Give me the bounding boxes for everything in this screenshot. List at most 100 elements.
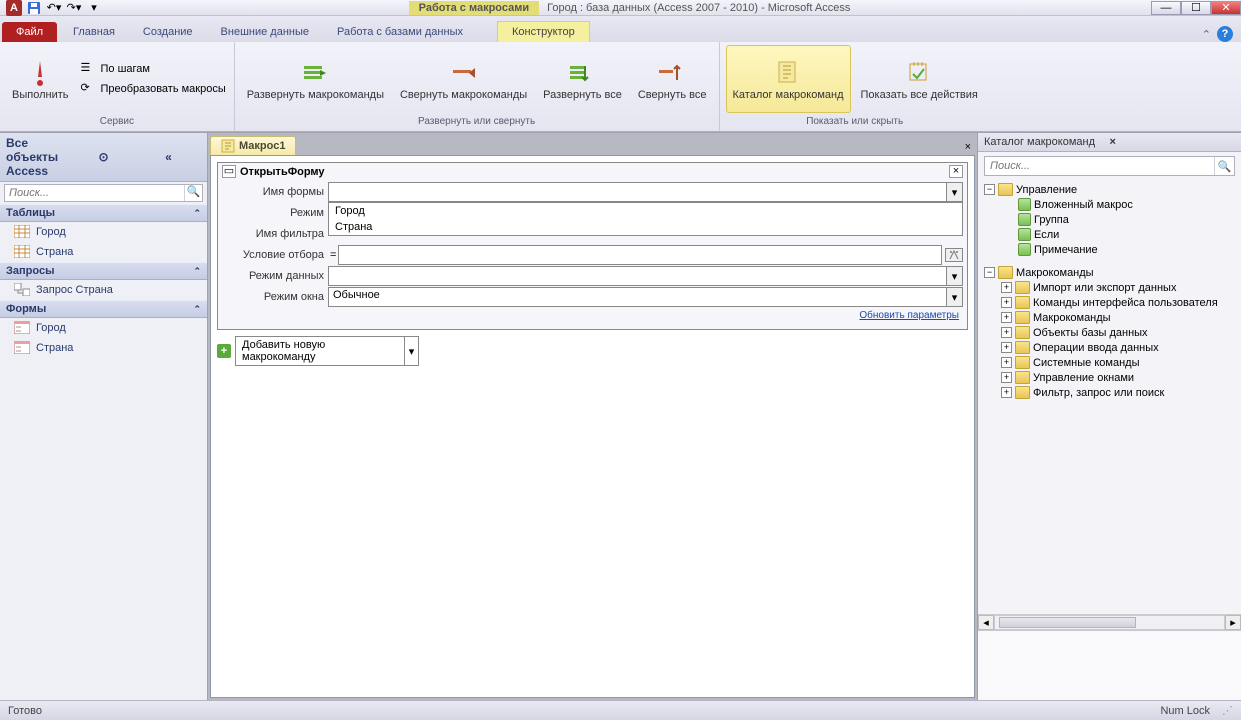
tree-subfolder[interactable]: +Фильтр, запрос или поиск: [984, 385, 1235, 400]
scroll-left-icon[interactable]: ◂: [978, 615, 994, 630]
convert-macros-button[interactable]: ⟳ Преобразовать макросы: [78, 80, 227, 98]
folder-icon: [1015, 296, 1030, 309]
tab-file[interactable]: Файл: [2, 22, 57, 42]
collapse-action-icon[interactable]: ▭: [222, 165, 236, 178]
add-action-combo[interactable]: Добавить новую макрокоманду ▾: [235, 336, 419, 366]
show-all-actions-button[interactable]: Показать все действия: [855, 45, 984, 113]
dropdown-icon[interactable]: ▾: [947, 287, 963, 307]
tree-item[interactable]: Примечание: [984, 242, 1235, 257]
collapse-section-icon[interactable]: [193, 303, 201, 315]
nav-dropdown-icon[interactable]: ⊙: [71, 150, 136, 164]
nav-section-forms[interactable]: Формы: [0, 300, 207, 318]
doc-close-button[interactable]: [961, 139, 975, 155]
tree-expand-icon[interactable]: +: [1001, 342, 1012, 353]
tree-subfolder[interactable]: +Управление окнами: [984, 370, 1235, 385]
undo-icon[interactable]: ↶▾: [46, 0, 62, 16]
param-window-mode: Режим окна Обычное ▾: [222, 287, 963, 307]
nav-pane-header[interactable]: Все объекты Access ⊙: [0, 133, 207, 182]
tree-expand-icon[interactable]: +: [1001, 312, 1012, 323]
nav-search: 🔍: [0, 182, 207, 204]
search-icon[interactable]: 🔍: [184, 185, 202, 201]
tree-expand-icon[interactable]: +: [1001, 282, 1012, 293]
dropdown-item[interactable]: Город: [329, 203, 962, 219]
help-icon[interactable]: ?: [1217, 26, 1233, 42]
tree-expand-icon[interactable]: +: [1001, 387, 1012, 398]
tree-item[interactable]: Если: [984, 227, 1235, 242]
tab-external-data[interactable]: Внешние данные: [207, 22, 323, 42]
show-all-icon: [903, 57, 935, 89]
collapse-all-button[interactable]: Свернуть все: [632, 45, 713, 113]
catalog-hscrollbar[interactable]: ◂ ▸: [978, 614, 1241, 630]
tree-collapse-icon[interactable]: −: [984, 184, 995, 195]
tree-folder-flow[interactable]: − Управление: [984, 182, 1235, 197]
window-mode-input[interactable]: Обычное: [328, 287, 947, 307]
tab-database-tools[interactable]: Работа с базами данных: [323, 22, 477, 42]
nav-item-form[interactable]: Страна: [0, 338, 207, 358]
ribbon-group-show-hide: Каталог макрокоманд Показать все действи…: [720, 42, 990, 131]
tree-expand-icon[interactable]: +: [1001, 357, 1012, 368]
data-mode-input[interactable]: [328, 266, 947, 286]
catalog-close-icon[interactable]: [1110, 136, 1236, 148]
tab-designer[interactable]: Конструктор: [497, 21, 590, 42]
expand-all-button[interactable]: Развернуть все: [537, 45, 628, 113]
expression-builder-icon[interactable]: [945, 248, 963, 262]
save-icon[interactable]: [26, 0, 42, 16]
search-icon[interactable]: 🔍: [1214, 157, 1234, 175]
nav-item-form[interactable]: Город: [0, 318, 207, 338]
action-params: Имя формы ▾ Город Страна Режим: [218, 180, 967, 329]
tree-expand-icon[interactable]: +: [1001, 297, 1012, 308]
scrollbar-thumb[interactable]: [999, 617, 1136, 628]
scrollbar-track[interactable]: [994, 615, 1225, 630]
dropdown-item[interactable]: Страна: [329, 219, 962, 235]
action-catalog-button[interactable]: Каталог макрокоманд: [726, 45, 851, 113]
nav-item-table[interactable]: Город: [0, 222, 207, 242]
tree-item[interactable]: Группа: [984, 212, 1235, 227]
tree-item[interactable]: Вложенный макрос: [984, 197, 1235, 212]
tree-subfolder[interactable]: +Макрокоманды: [984, 310, 1235, 325]
delete-action-icon[interactable]: [949, 165, 963, 178]
nav-item-table[interactable]: Страна: [0, 242, 207, 262]
add-action-label: Добавить новую макрокоманду: [236, 337, 404, 365]
collapse-section-icon[interactable]: [193, 207, 201, 219]
doc-tab-macro1[interactable]: Макрос1: [210, 136, 296, 155]
tree-subfolder[interactable]: +Системные команды: [984, 355, 1235, 370]
form-name-input[interactable]: [328, 182, 947, 202]
collapse-section-icon[interactable]: [193, 265, 201, 277]
collapse-actions-button[interactable]: Свернуть макрокоманды: [394, 45, 533, 113]
scroll-right-icon[interactable]: ▸: [1225, 615, 1241, 630]
group-expand-label: Развернуть или свернуть: [241, 114, 713, 129]
dropdown-icon[interactable]: ▾: [947, 266, 963, 286]
dropdown-icon[interactable]: ▾: [947, 182, 963, 202]
tree-expand-icon[interactable]: +: [1001, 372, 1012, 383]
run-button[interactable]: Выполнить: [6, 45, 74, 113]
tree-subfolder[interactable]: +Команды интерфейса пользователя: [984, 295, 1235, 310]
tab-home[interactable]: Главная: [59, 22, 129, 42]
qat-dropdown-icon[interactable]: ▾: [86, 0, 102, 16]
tree-collapse-icon[interactable]: −: [984, 267, 995, 278]
nav-item-query[interactable]: Запрос Страна: [0, 280, 207, 300]
tree-subfolder[interactable]: +Импорт или экспорт данных: [984, 280, 1235, 295]
close-button[interactable]: ✕: [1211, 1, 1241, 15]
tree-subfolder[interactable]: +Операции ввода данных: [984, 340, 1235, 355]
add-action-plus-icon[interactable]: +: [217, 344, 231, 358]
nav-section-queries[interactable]: Запросы: [0, 262, 207, 280]
dropdown-icon[interactable]: ▾: [404, 337, 418, 365]
tree-subfolder[interactable]: +Объекты базы данных: [984, 325, 1235, 340]
step-button[interactable]: ☰ По шагам: [78, 60, 227, 78]
tree-expand-icon[interactable]: +: [1001, 327, 1012, 338]
update-parameters-link[interactable]: Обновить параметры: [222, 308, 963, 323]
catalog-search-input[interactable]: [985, 157, 1214, 175]
where-input[interactable]: [338, 245, 942, 265]
tab-create[interactable]: Создание: [129, 22, 207, 42]
resize-grip-icon[interactable]: ⋰: [1222, 704, 1233, 717]
minimize-button[interactable]: —: [1151, 1, 1181, 15]
ribbon-minimize-icon[interactable]: ⌃: [1202, 28, 1211, 41]
nav-section-tables[interactable]: Таблицы: [0, 204, 207, 222]
tree-folder-actions[interactable]: − Макрокоманды: [984, 265, 1235, 280]
catalog-header: Каталог макрокоманд: [978, 133, 1241, 152]
nav-collapse-icon[interactable]: [136, 150, 201, 164]
maximize-button[interactable]: ☐: [1181, 1, 1211, 15]
nav-search-input[interactable]: [5, 185, 184, 201]
expand-actions-button[interactable]: Развернуть макрокоманды: [241, 45, 390, 113]
redo-icon[interactable]: ↷▾: [66, 0, 82, 16]
